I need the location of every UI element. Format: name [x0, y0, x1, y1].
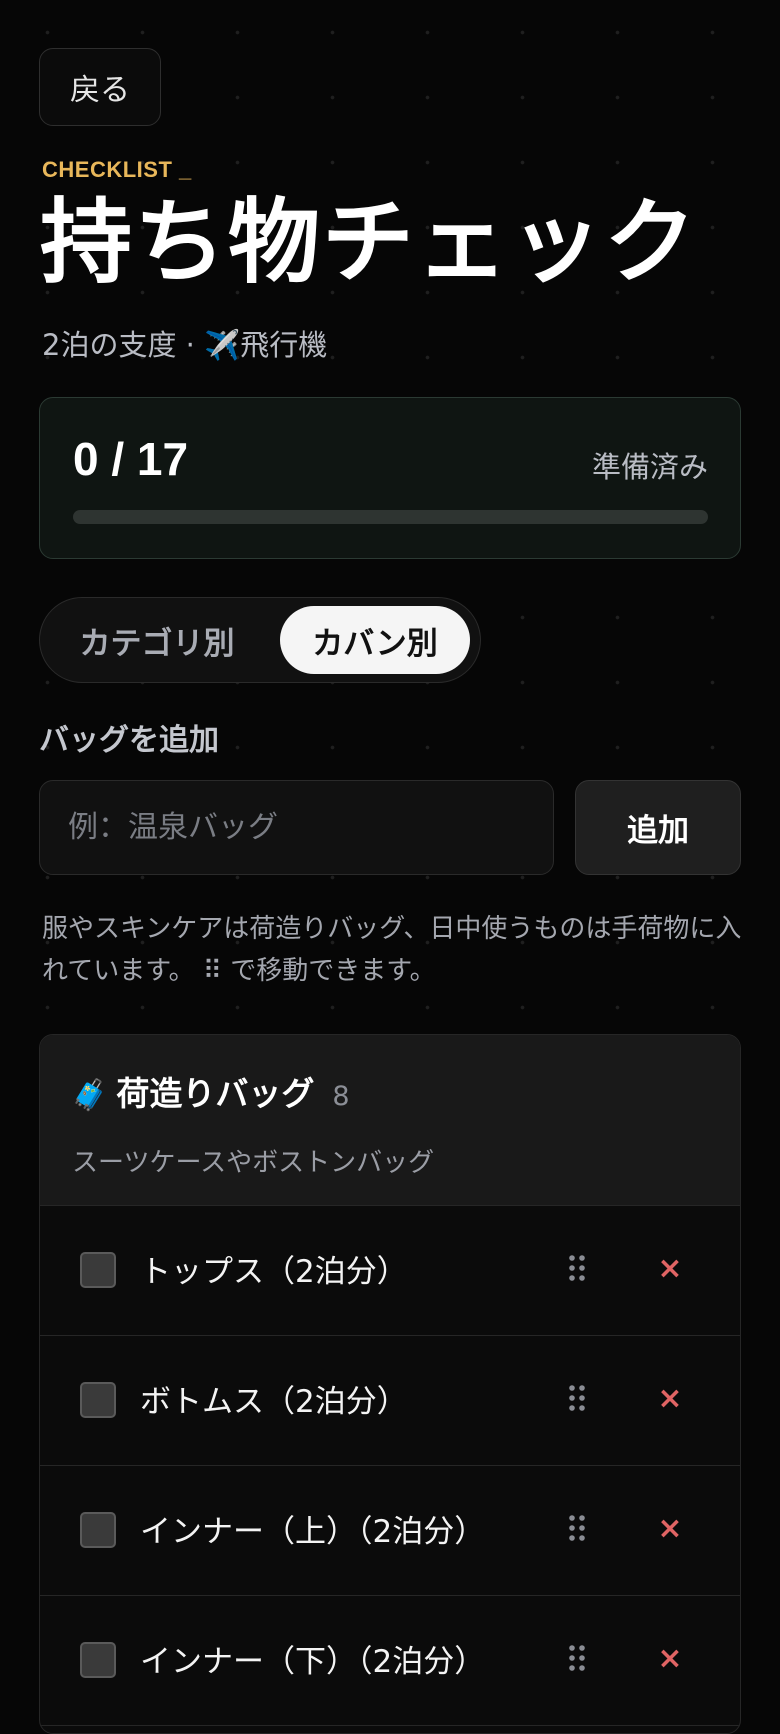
add-bag-button[interactable]: 追加: [575, 780, 741, 875]
bag-title-row: 🧳 荷造りバッグ 8: [71, 1067, 350, 1115]
add-bag-label: バッグを追加: [39, 723, 219, 758]
toggle-by-bag[interactable]: カバン別: [280, 606, 470, 674]
progress-count: 0 / 17: [73, 433, 189, 485]
bag-name-input[interactable]: [39, 780, 554, 875]
delete-item-button[interactable]: ×: [652, 1380, 688, 1416]
drag-handle-icon[interactable]: [568, 1254, 586, 1282]
bag-name: 荷造りバッグ: [116, 1074, 315, 1113]
bag-item-count: 8: [332, 1081, 350, 1112]
list-item: トップス（2泊分） ×: [40, 1206, 740, 1336]
suitcase-icon: 🧳: [71, 1078, 109, 1113]
progress-label: 準備済み: [591, 450, 708, 484]
back-button[interactable]: 戻る: [39, 48, 161, 126]
item-label: ボトムス（2泊分）: [140, 1384, 408, 1420]
list-item: インナー（下）（2泊分） ×: [40, 1596, 740, 1726]
hint-text: 服やスキンケアは荷造りバッグ、日中使うものは手荷物に入れています。 ⠿ で移動で…: [42, 908, 742, 992]
checklist-page: 戻る CHECKLIST _ 持ち物チェック 2泊の支度 · ✈️飛行機 0 /…: [0, 0, 780, 1734]
page-title: 持ち物チェック: [40, 189, 699, 296]
item-checkbox[interactable]: [80, 1512, 116, 1548]
list-item: インナー（上）（2泊分） ×: [40, 1466, 740, 1596]
view-toggle: カテゴリ別 カバン別: [39, 597, 481, 683]
eyebrow-label: CHECKLIST _: [42, 157, 192, 182]
item-label: トップス（2泊分）: [140, 1254, 408, 1290]
delete-item-button[interactable]: ×: [652, 1510, 688, 1546]
toggle-by-category[interactable]: カテゴリ別: [52, 606, 262, 674]
bag-card: 🧳 荷造りバッグ 8 スーツケースやボストンバッグ トップス（2泊分） × ボト…: [39, 1034, 741, 1734]
item-label: インナー（下）（2泊分）: [140, 1644, 486, 1680]
bag-description: スーツケースやボストンバッグ: [72, 1148, 435, 1178]
delete-item-button[interactable]: ×: [652, 1640, 688, 1676]
grip-icon: ⠿: [202, 956, 222, 986]
drag-handle-icon[interactable]: [568, 1644, 586, 1672]
drag-handle-icon[interactable]: [568, 1384, 586, 1412]
item-checkbox[interactable]: [80, 1252, 116, 1288]
item-label: インナー（上）（2泊分）: [140, 1514, 486, 1550]
hint-text-after: で移動できます。: [230, 956, 436, 986]
item-checkbox[interactable]: [80, 1382, 116, 1418]
delete-item-button[interactable]: ×: [652, 1250, 688, 1286]
progress-bar: [73, 510, 708, 524]
trip-subtitle: 2泊の支度 · ✈️飛行機: [42, 328, 328, 362]
progress-card: 0 / 17 準備済み: [39, 397, 741, 559]
bag-header: 🧳 荷造りバッグ 8 スーツケースやボストンバッグ: [40, 1035, 740, 1206]
list-item: ボトムス（2泊分） ×: [40, 1336, 740, 1466]
item-checkbox[interactable]: [80, 1642, 116, 1678]
drag-handle-icon[interactable]: [568, 1514, 586, 1542]
